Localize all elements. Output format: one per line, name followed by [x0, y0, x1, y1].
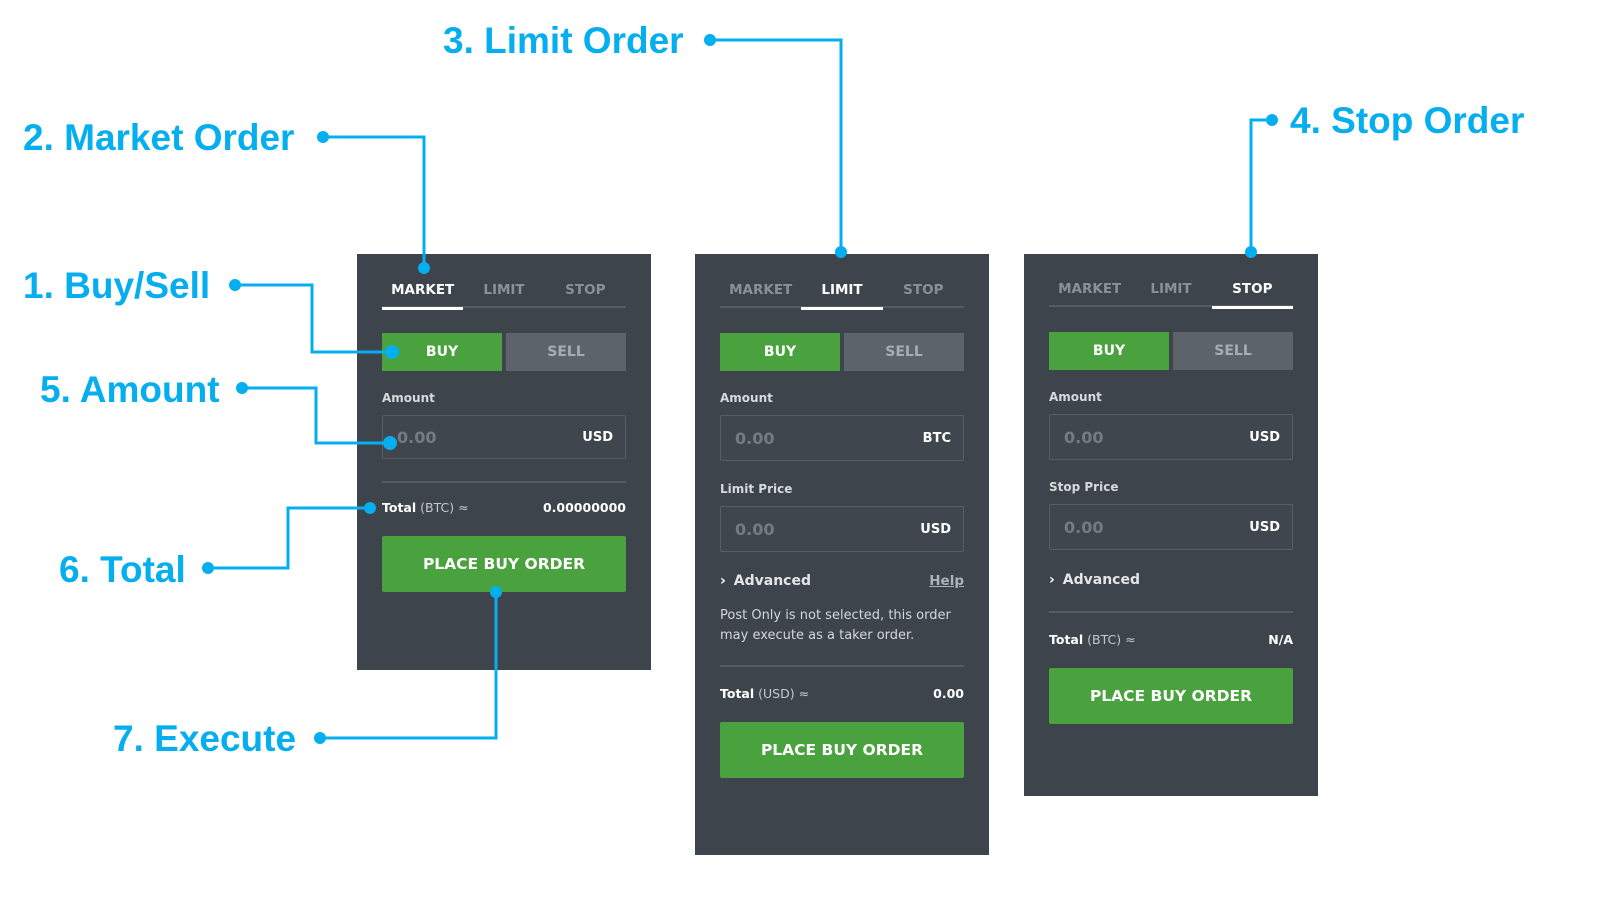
buy-button[interactable]: BUY: [1049, 332, 1169, 370]
tab-market[interactable]: MARKET: [720, 280, 801, 306]
help-link[interactable]: Help: [929, 573, 964, 589]
buy-sell-toggle: BUY SELL: [382, 333, 626, 371]
total-row: Total (USD) ≈ 0.00: [720, 686, 964, 701]
stop-price-unit: USD: [1249, 519, 1280, 535]
advanced-toggle[interactable]: › Advanced: [1049, 572, 1140, 588]
limit-order-panel: MARKET LIMIT STOP BUY SELL Amount 0.00 B…: [695, 254, 989, 855]
chevron-right-icon: ›: [1049, 572, 1055, 588]
advanced-toggle[interactable]: › Advanced: [720, 573, 811, 589]
tab-market[interactable]: MARKET: [1049, 279, 1130, 305]
dot-limit-start: [704, 34, 716, 46]
order-type-tabs: MARKET LIMIT STOP: [382, 280, 626, 310]
callout-execute: 7. Execute: [113, 718, 297, 759]
amount-label: Amount: [720, 391, 773, 405]
order-type-tabs: MARKET LIMIT STOP: [720, 280, 964, 310]
tab-stop[interactable]: STOP: [883, 280, 964, 306]
buy-sell-toggle: BUY SELL: [720, 333, 964, 371]
place-buy-order-button[interactable]: PLACE BUY ORDER: [1049, 668, 1293, 724]
buy-button[interactable]: BUY: [720, 333, 840, 371]
sell-button[interactable]: SELL: [844, 333, 964, 371]
advanced-label: Advanced: [1062, 572, 1140, 588]
total-value: N/A: [1268, 632, 1293, 647]
stop-order-panel: MARKET LIMIT STOP BUY SELL Amount 0.00 U…: [1024, 254, 1318, 796]
dot-buysell-start: [229, 279, 241, 291]
amount-input[interactable]: 0.00 USD: [1049, 414, 1293, 460]
sell-button[interactable]: SELL: [506, 333, 626, 371]
tab-stop[interactable]: STOP: [545, 280, 626, 306]
advanced-row: › Advanced: [1049, 572, 1293, 588]
buy-button[interactable]: BUY: [382, 333, 502, 371]
tab-market[interactable]: MARKET: [382, 280, 464, 310]
place-buy-order-button[interactable]: PLACE BUY ORDER: [720, 722, 964, 778]
callout-total: 6. Total: [59, 549, 186, 590]
callout-buy-sell: 1. Buy/Sell: [23, 265, 211, 306]
tab-stop[interactable]: STOP: [1211, 279, 1294, 309]
callout-market-order: 2. Market Order: [23, 117, 295, 158]
amount-label: Amount: [1049, 390, 1102, 404]
divider: [720, 665, 964, 667]
stop-price-input[interactable]: 0.00 USD: [1049, 504, 1293, 550]
post-only-note: Post Only is not selected, this order ma…: [720, 608, 951, 643]
sell-button[interactable]: SELL: [1173, 332, 1293, 370]
dot-execute-start: [314, 732, 326, 744]
buy-sell-toggle: BUY SELL: [1049, 332, 1293, 370]
total-row: Total (BTC) ≈ 0.00000000: [382, 500, 626, 515]
dot-stop-start: [1266, 114, 1278, 126]
chevron-right-icon: ›: [720, 573, 726, 589]
total-label: Total (BTC) ≈: [382, 500, 469, 515]
limit-price-placeholder: 0.00: [735, 519, 775, 539]
connector-stop-order: [1249, 118, 1272, 252]
amount-placeholder: 0.00: [1064, 427, 1104, 447]
amount-unit: BTC: [922, 430, 951, 446]
callout-stop-order: 4. Stop Order: [1290, 100, 1525, 141]
tab-limit[interactable]: LIMIT: [801, 280, 883, 310]
limit-price-label: Limit Price: [720, 482, 793, 496]
divider: [1049, 611, 1293, 613]
connector-total: [208, 506, 370, 570]
callout-amount: 5. Amount: [40, 369, 220, 410]
stop-price-label: Stop Price: [1049, 480, 1119, 494]
limit-price-unit: USD: [920, 521, 951, 537]
amount-unit: USD: [582, 429, 613, 445]
stop-price-placeholder: 0.00: [1064, 517, 1104, 537]
amount-placeholder: 0.00: [735, 428, 775, 448]
place-buy-order-button[interactable]: PLACE BUY ORDER: [382, 536, 626, 592]
dot-amount-start: [236, 382, 248, 394]
dot-total-start: [202, 562, 214, 574]
amount-input[interactable]: 0.00 BTC: [720, 415, 964, 461]
amount-label: Amount: [382, 391, 435, 405]
total-label: Total (USD) ≈: [720, 686, 810, 701]
connector-limit-order: [710, 38, 843, 252]
amount-unit: USD: [1249, 429, 1280, 445]
tab-limit[interactable]: LIMIT: [1130, 279, 1211, 305]
amount-placeholder: 0.00: [397, 427, 437, 447]
advanced-label: Advanced: [733, 573, 811, 589]
advanced-row: › Advanced Help: [720, 573, 964, 589]
tab-limit[interactable]: LIMIT: [463, 280, 544, 306]
total-value: 0.00: [933, 686, 964, 701]
dot-market-start: [317, 131, 329, 143]
market-order-panel: MARKET LIMIT STOP BUY SELL Amount 0.00 U…: [357, 254, 651, 670]
total-label: Total (BTC) ≈: [1049, 632, 1136, 647]
order-type-tabs: MARKET LIMIT STOP: [1049, 279, 1294, 309]
connector-market-order: [323, 135, 426, 268]
callout-limit-order: 3. Limit Order: [443, 20, 684, 61]
amount-input[interactable]: 0.00 USD: [382, 415, 626, 459]
total-value: 0.00000000: [542, 500, 626, 515]
divider: [382, 481, 626, 483]
total-row: Total (BTC) ≈ N/A: [1049, 632, 1293, 647]
limit-price-input[interactable]: 0.00 USD: [720, 506, 964, 552]
